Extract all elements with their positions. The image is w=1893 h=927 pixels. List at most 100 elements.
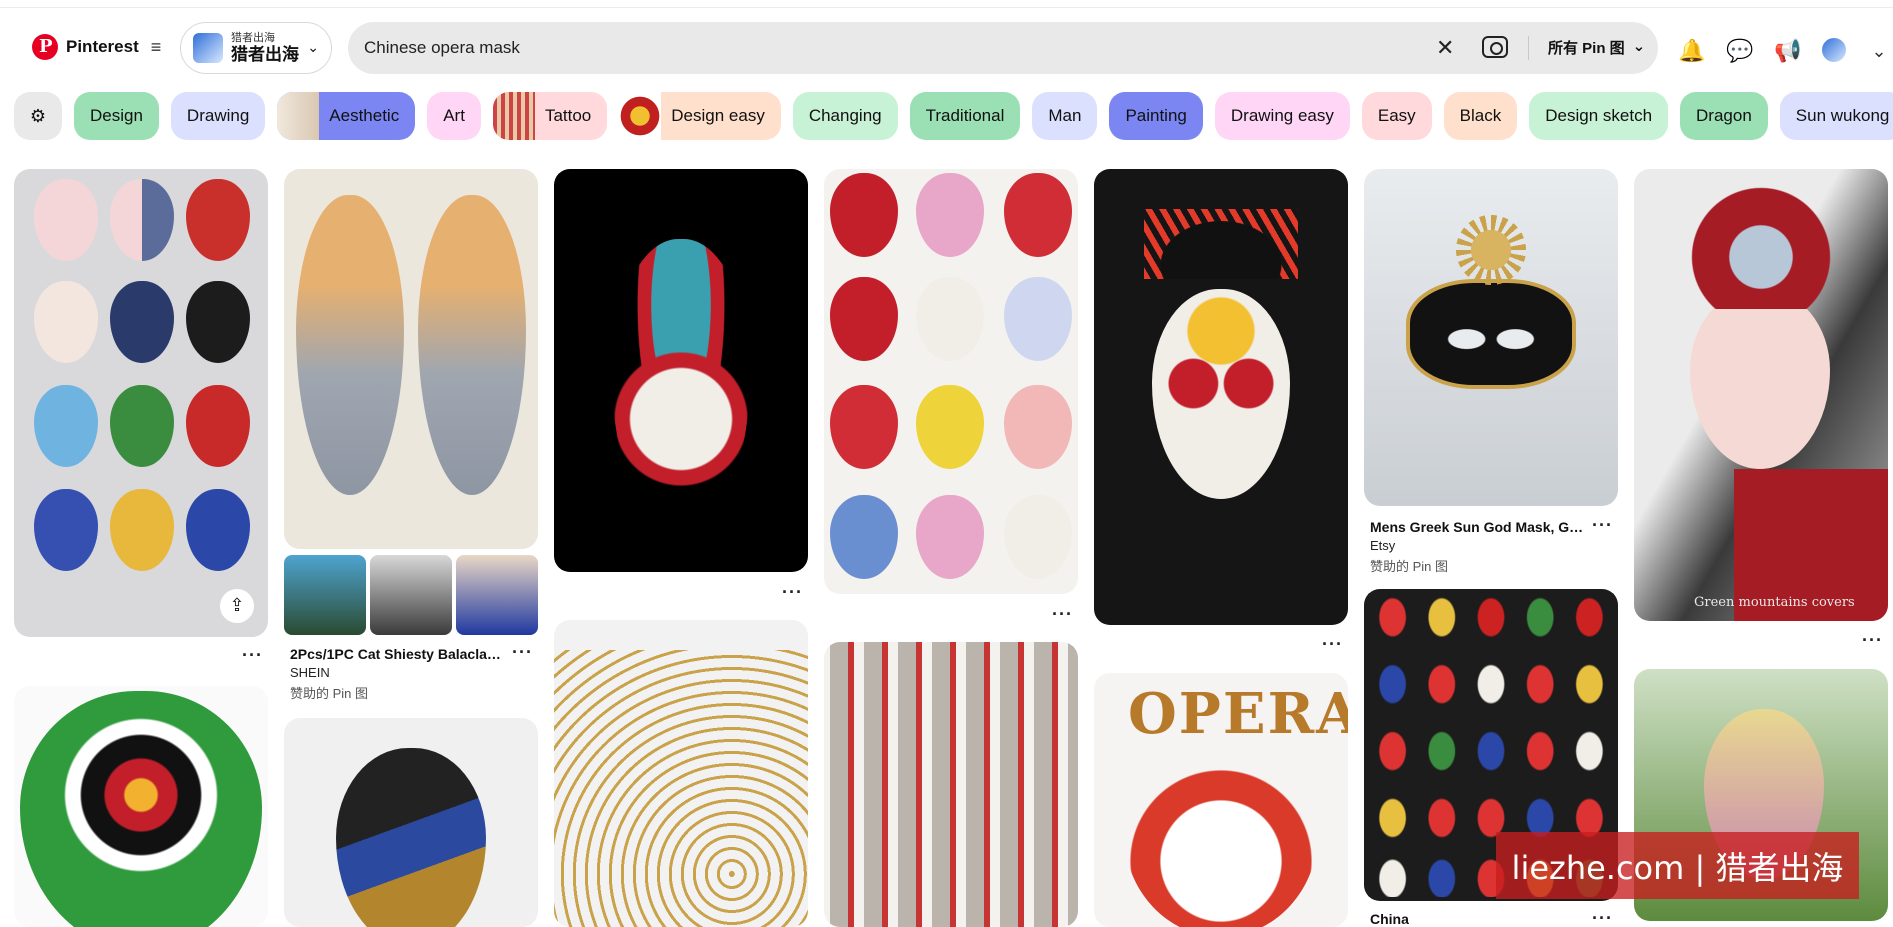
account-name-small: 猎者出海 <box>231 31 275 44</box>
chip-label: Painting <box>1125 106 1187 125</box>
chip-label: Art <box>443 106 465 125</box>
chip[interactable]: Drawing easy <box>1214 92 1350 140</box>
more-options-icon[interactable]: ··· <box>512 642 533 663</box>
mask-image <box>1152 289 1290 499</box>
chip-thumbnail <box>619 92 662 140</box>
pin-source[interactable]: SHEIN <box>290 665 330 680</box>
mask-image <box>916 173 984 257</box>
mask-image <box>1004 385 1072 469</box>
chip-label: Black <box>1459 106 1502 125</box>
pin-image[interactable] <box>14 686 268 927</box>
chip-label: Design <box>90 106 143 125</box>
mask-image <box>1124 747 1318 927</box>
more-options-icon[interactable]: ··· <box>1052 604 1073 625</box>
product-thumbnail[interactable] <box>456 555 538 635</box>
chip-bar: ⚙ Design Drawing Aesthetic Art Tattoo De… <box>14 92 1893 140</box>
mask-image <box>186 385 250 467</box>
mask-image <box>110 179 174 261</box>
watermark: liezhe.com | 猎者出海 <box>1496 832 1859 899</box>
chip[interactable]: Aesthetic <box>277 92 416 140</box>
pin-image[interactable]: ⇪ <box>14 169 268 637</box>
opera-sign-text: OPERA <box>1128 681 1348 747</box>
top-divider <box>0 0 1893 8</box>
mask-image <box>20 691 262 927</box>
pin-image[interactable]: OPERA <box>1094 673 1348 927</box>
chat-icon[interactable]: 💬 <box>1726 38 1753 64</box>
pin-image[interactable]: Green mountains covers <box>1634 169 1888 621</box>
greek-mask-image <box>1406 279 1576 389</box>
chip[interactable]: Tattoo <box>492 92 608 140</box>
cat-balaclava-image <box>296 195 404 495</box>
chip[interactable]: Easy <box>1361 92 1432 140</box>
product-thumbnail[interactable] <box>370 555 452 635</box>
chip-label: Aesthetic <box>329 106 400 125</box>
chip-label: Man <box>1048 106 1082 125</box>
megaphone-icon[interactable]: 📢 <box>1774 38 1801 64</box>
chip-label: Drawing easy <box>1230 106 1334 125</box>
chip[interactable]: Man <box>1032 92 1098 140</box>
mask-image <box>830 385 898 469</box>
pin-filter-select[interactable]: 所有 Pin 图 ⌄ <box>1548 37 1645 58</box>
opera-performer-image <box>1690 289 1830 469</box>
mask-image <box>612 239 750 539</box>
search-divider <box>1528 36 1529 60</box>
more-options-icon[interactable]: ··· <box>1592 515 1613 536</box>
chip[interactable]: Art <box>427 92 481 140</box>
brand[interactable]: Pinterest ≡ <box>32 34 161 60</box>
pin-promoted-label: 赞助的 Pin 图 <box>290 686 369 701</box>
more-options-icon[interactable]: ··· <box>242 645 263 666</box>
pin-image[interactable] <box>1094 169 1348 625</box>
more-options-icon[interactable]: ··· <box>1862 630 1883 651</box>
pin-title[interactable]: Mens Greek Sun God Mask, Gol... <box>1370 519 1585 535</box>
chip[interactable]: Painting <box>1109 92 1203 140</box>
account-switcher[interactable]: 猎者出海 猎者出海 ⌄ <box>180 22 332 74</box>
chip[interactable]: Design easy <box>619 92 781 140</box>
chevron-down-icon[interactable]: ⌄ <box>307 39 319 56</box>
mask-image <box>34 179 98 261</box>
more-options-icon[interactable]: ··· <box>1322 634 1343 655</box>
pin-image[interactable] <box>554 169 808 572</box>
more-options-icon[interactable]: ··· <box>1592 908 1613 927</box>
mask-image <box>554 650 808 927</box>
pin-image[interactable] <box>824 169 1078 594</box>
more-options-icon[interactable]: ··· <box>782 582 803 603</box>
account-name: 猎者出海 <box>231 44 299 64</box>
product-thumbnail[interactable] <box>284 555 366 635</box>
pin-image[interactable] <box>284 718 538 927</box>
bell-icon[interactable]: 🔔 <box>1678 38 1705 64</box>
chip[interactable]: Dragon <box>1680 92 1768 140</box>
avatar[interactable] <box>1822 38 1846 62</box>
menu-icon[interactable]: ≡ <box>151 37 162 58</box>
pin-title[interactable]: 2Pcs/1PC Cat Shiesty Balaclava... <box>290 646 505 662</box>
chip[interactable]: Design sketch <box>1529 92 1669 140</box>
mask-image <box>830 173 898 257</box>
chip[interactable]: Black <box>1443 92 1518 140</box>
chevron-down-icon[interactable]: ⌄ <box>1866 38 1892 64</box>
brand-name[interactable]: Pinterest <box>66 37 139 57</box>
chip-label: Tattoo <box>544 106 592 125</box>
mask-image <box>186 179 250 261</box>
mask-image <box>1004 277 1072 361</box>
mask-image <box>916 495 984 579</box>
search-input[interactable] <box>364 34 1414 62</box>
search-bar: ✕ 所有 Pin 图 ⌄ <box>348 22 1658 74</box>
pinterest-logo-icon[interactable] <box>32 34 58 60</box>
pin-image[interactable] <box>1364 169 1618 506</box>
chip[interactable]: Traditional <box>909 92 1021 140</box>
chip[interactable]: Changing <box>792 92 898 140</box>
share-icon[interactable]: ⇪ <box>220 589 254 623</box>
pin-image[interactable] <box>284 169 538 549</box>
pin-image[interactable] <box>554 620 808 927</box>
pin-title[interactable]: China <box>1370 911 1470 927</box>
pin-source[interactable]: Etsy <box>1370 538 1395 553</box>
camera-search-icon[interactable] <box>1482 36 1508 58</box>
close-icon[interactable]: ✕ <box>1436 35 1454 61</box>
mask-image <box>34 385 98 467</box>
pin-image[interactable] <box>824 642 1078 927</box>
chip[interactable]: Design <box>74 92 159 140</box>
mask-headpiece <box>1144 209 1298 279</box>
pin-promoted-label: 赞助的 Pin 图 <box>1370 559 1449 574</box>
chip[interactable]: Drawing <box>170 92 266 140</box>
chip[interactable]: Sun wukong <box>1779 92 1893 140</box>
filter-icon[interactable]: ⚙ <box>14 92 62 140</box>
